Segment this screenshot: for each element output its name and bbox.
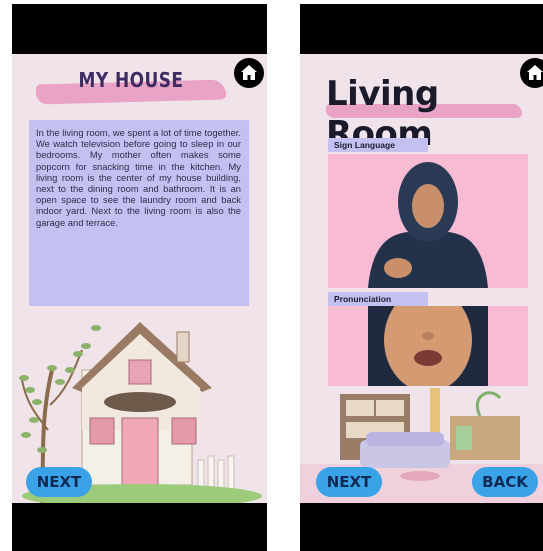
speaker-face-illustration (368, 306, 488, 386)
bottom-black-bar (300, 503, 543, 551)
signer-illustration (368, 162, 488, 288)
page-title: MY HOUSE (78, 68, 184, 92)
back-button[interactable]: BACK (472, 467, 538, 497)
next-button[interactable]: NEXT (316, 467, 382, 497)
home-button[interactable] (234, 58, 264, 88)
sign-language-video[interactable] (328, 154, 528, 288)
pronunciation-label: Pronunciation (328, 292, 428, 306)
next-button[interactable]: NEXT (26, 467, 92, 497)
living-room-screen: Living Room Sign Language Pronunciation (300, 4, 543, 551)
page-title-banner: MY HOUSE (35, 68, 227, 105)
bottom-black-bar (12, 503, 267, 551)
pronunciation-video[interactable] (328, 306, 528, 386)
my-house-screen: MY HOUSE In the living room, we spent a … (12, 4, 267, 551)
home-button[interactable] (520, 58, 543, 88)
top-black-bar (12, 4, 267, 54)
story-text: In the living room, we spent a lot of ti… (29, 120, 249, 306)
sign-language-label: Sign Language (328, 138, 428, 152)
top-black-bar (300, 4, 543, 54)
home-icon (527, 65, 543, 80)
home-icon (241, 65, 257, 80)
